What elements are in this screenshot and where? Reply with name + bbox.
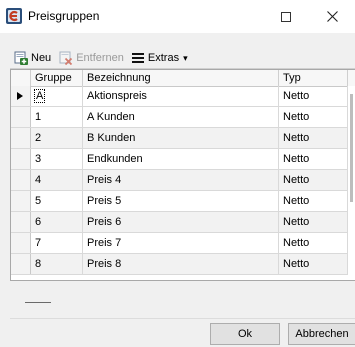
extras-menu-button[interactable]: Extras ▾ [128,49,192,67]
cell-gruppe[interactable]: 5 [31,191,83,211]
cell-gruppe-text: A [33,89,46,103]
ok-button[interactable]: Ok [210,323,280,345]
scrollbar-thumb[interactable] [350,94,353,202]
table-row[interactable]: 4 Preis 4 Netto [11,170,348,191]
table-row[interactable]: A Aktionspreis Netto [11,86,348,107]
cell-typ[interactable]: Netto [279,191,348,211]
cell-bezeichnung[interactable]: Preis 7 [83,233,279,253]
current-row-arrow-icon [17,92,23,100]
column-header-typ[interactable]: Typ [279,70,348,86]
cell-bezeichnung[interactable]: Endkunden [83,149,279,169]
cell-typ[interactable]: Netto [279,86,348,106]
cell-bezeichnung[interactable]: Aktionspreis [83,86,279,106]
cell-typ[interactable]: Netto [279,149,348,169]
cell-typ[interactable]: Netto [279,233,348,253]
remove-button[interactable]: Entfernen [55,49,128,67]
remove-label: Entfernen [76,52,124,64]
table-row[interactable]: 3 Endkunden Netto [11,149,348,170]
table-row[interactable]: 6 Preis 6 Netto [11,212,348,233]
column-header-gruppe[interactable]: Gruppe [31,70,83,86]
row-indicator [11,128,31,148]
window-title: Preisgruppen [28,9,100,23]
column-header-bezeichnung[interactable]: Bezeichnung [83,70,279,86]
cancel-button[interactable]: Abbrechen [288,323,355,345]
row-indicator [11,254,31,274]
vertical-scrollbar[interactable] [348,86,355,280]
cell-gruppe[interactable]: 6 [31,212,83,232]
cell-typ[interactable]: Netto [279,107,348,127]
cell-gruppe[interactable]: 3 [31,149,83,169]
splitter-handle[interactable] [25,302,51,303]
cell-bezeichnung[interactable]: A Kunden [83,107,279,127]
hamburger-menu-icon [131,53,144,63]
cell-gruppe[interactable]: 7 [31,233,83,253]
delete-document-icon [59,51,73,65]
row-indicator [11,212,31,232]
cell-gruppe[interactable]: A [31,86,83,106]
cell-bezeichnung[interactable]: Preis 6 [83,212,279,232]
title-bar: Preisgruppen [0,0,355,33]
cell-bezeichnung[interactable]: Preis 5 [83,191,279,211]
cell-typ[interactable]: Netto [279,128,348,148]
cell-typ[interactable]: Netto [279,254,348,274]
footer-divider [10,318,355,319]
row-indicator-header [11,70,31,86]
cell-bezeichnung[interactable]: B Kunden [83,128,279,148]
table-row[interactable]: 8 Preis 8 Netto [11,254,348,275]
row-indicator [11,149,31,169]
cell-bezeichnung[interactable]: Preis 4 [83,170,279,190]
add-document-icon [14,51,28,65]
new-button[interactable]: Neu [10,49,55,67]
cell-gruppe[interactable]: 2 [31,128,83,148]
toolbar: Neu Entfernen Extras ▾ [10,48,355,69]
grid-header: Gruppe Bezeichnung Typ [11,70,355,87]
cell-typ[interactable]: Netto [279,170,348,190]
close-button[interactable] [309,0,355,33]
cell-gruppe[interactable]: 1 [31,107,83,127]
row-indicator [11,233,31,253]
cell-gruppe[interactable]: 8 [31,254,83,274]
close-icon [326,11,338,22]
row-indicator [11,107,31,127]
cell-typ[interactable]: Netto [279,212,348,232]
extras-label: Extras [147,52,180,64]
maximize-button[interactable] [263,0,309,33]
table-row[interactable]: 7 Preis 7 Netto [11,233,348,254]
row-indicator [11,191,31,211]
table-row[interactable]: 5 Preis 5 Netto [11,191,348,212]
row-indicator [11,170,31,190]
cell-bezeichnung[interactable]: Preis 8 [83,254,279,274]
row-indicator [11,86,31,106]
chevron-down-icon: ▾ [183,52,188,63]
maximize-icon [281,11,291,22]
cell-gruppe[interactable]: 4 [31,170,83,190]
price-groups-grid[interactable]: Gruppe Bezeichnung Typ A Aktionspreis Ne… [10,69,355,281]
table-row[interactable]: 2 B Kunden Netto [11,128,348,149]
app-icon [6,8,22,24]
new-label: Neu [31,52,52,64]
table-row[interactable]: 1 A Kunden Netto [11,107,348,128]
